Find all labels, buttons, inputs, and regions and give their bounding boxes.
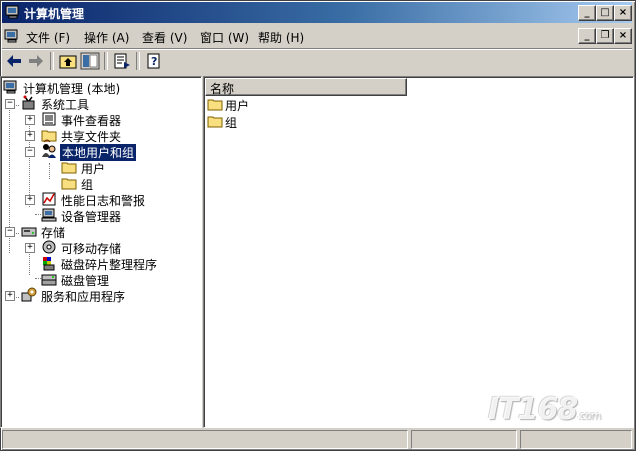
folder-icon [207, 99, 223, 111]
toolbar-separator [136, 52, 140, 70]
tools-icon [22, 95, 35, 110]
device-manager-icon [41, 208, 57, 222]
svg-text:?: ? [151, 55, 157, 68]
help-icon[interactable]: ? [144, 52, 164, 70]
tree-label: 设备管理器 [61, 210, 122, 224]
tree-label: 磁盘碎片整理程序 [61, 258, 158, 272]
child-close-button[interactable]: × [614, 28, 632, 44]
console-tree-pane[interactable]: 计算机管理 (本地) − 系统工具 + 事件查看器 + 共享文件夹 − 本地用户… [0, 76, 202, 428]
title-bar[interactable]: 计算机管理 _ □ × [2, 2, 632, 23]
menu-action[interactable]: 操作 (A) [84, 29, 129, 46]
toolbar-separator [104, 52, 108, 70]
tree-label: 组 [81, 178, 94, 192]
folder-icon [207, 116, 223, 128]
up-folder-icon[interactable] [58, 52, 78, 70]
tree-label: 计算机管理 (本地) [23, 82, 121, 96]
forward-arrow-icon[interactable] [26, 52, 46, 70]
tree-label: 服务和应用程序 [41, 290, 126, 304]
disk-defrag-icon [43, 257, 55, 271]
shared-folder-icon [41, 130, 57, 143]
back-arrow-icon[interactable] [4, 52, 24, 70]
services-icon [21, 287, 37, 302]
child-restore-button[interactable]: ❐ [596, 28, 614, 44]
expand-toggle[interactable]: + [25, 115, 35, 125]
export-list-icon[interactable] [112, 52, 132, 70]
computer-icon [3, 80, 17, 94]
column-header-name[interactable]: 名称 [205, 78, 407, 96]
collapse-toggle[interactable]: − [5, 227, 15, 237]
minimize-button[interactable]: _ [578, 5, 596, 21]
toolbar: ? [2, 48, 632, 73]
details-pane[interactable]: 名称 用户 组 [203, 76, 634, 428]
tree-label: 可移动存储 [61, 242, 122, 256]
tree-label: 性能日志和警报 [61, 194, 146, 208]
menu-bar: 文件 (F) 操作 (A) 查看 (V) 窗口 (W) 帮助 (H) _ ❐ × [2, 25, 632, 47]
menu-file[interactable]: 文件 (F) [26, 29, 70, 46]
document-control-icon[interactable] [4, 28, 20, 44]
performance-log-icon [42, 192, 56, 206]
status-bar-segment [411, 430, 517, 449]
expand-toggle[interactable]: + [25, 243, 35, 253]
event-viewer-icon [42, 112, 56, 126]
removable-storage-icon [42, 240, 56, 254]
expand-toggle[interactable]: + [5, 291, 15, 301]
folder-icon [61, 178, 77, 190]
menu-window[interactable]: 窗口 (W) [200, 29, 249, 46]
watermark-logo: IT168.com [488, 392, 601, 427]
expand-toggle[interactable]: + [25, 131, 35, 141]
tree-label: 用户 [81, 162, 106, 176]
status-bar-main [2, 430, 408, 449]
menu-help[interactable]: 帮助 (H) [258, 29, 304, 46]
menu-view[interactable]: 查看 (V) [142, 29, 187, 46]
toolbar-separator [50, 52, 54, 70]
list-item-label: 用户 [225, 99, 250, 113]
computer-management-icon [5, 5, 19, 19]
close-button[interactable]: × [614, 5, 632, 21]
users-group-icon [42, 144, 56, 158]
storage-icon [21, 227, 37, 237]
status-bar-segment [520, 430, 632, 449]
list-item-label: 组 [225, 116, 238, 130]
tree-label: 共享文件夹 [61, 130, 122, 144]
disk-management-icon [41, 274, 57, 286]
tree-label: 磁盘管理 [61, 274, 110, 288]
column-header-label: 名称 [210, 82, 235, 96]
window-title: 计算机管理 [24, 7, 85, 21]
collapse-toggle[interactable]: − [25, 147, 35, 157]
tree-label: 事件查看器 [61, 114, 122, 128]
expand-toggle[interactable]: + [25, 195, 35, 205]
maximize-button[interactable]: □ [596, 5, 614, 21]
child-minimize-button[interactable]: _ [578, 28, 596, 44]
collapse-toggle[interactable]: − [5, 99, 15, 109]
show-hide-tree-icon[interactable] [80, 52, 100, 70]
folder-icon [61, 162, 77, 174]
